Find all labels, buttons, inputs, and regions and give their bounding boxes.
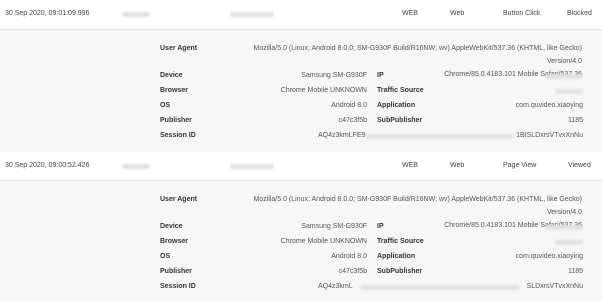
user-agent-line: Mozilla/5.0 (Linux; Android 8.0.0; SM-G9… [253,45,583,65]
redacted-ip [545,225,583,230]
redacted-field [122,12,150,17]
event-timestamp: 30 Sep 2020, 09:01:09.996 [5,10,90,17]
device-label: Device [160,72,183,79]
browser-label: Browser [160,238,189,245]
os-value: Android 8.0 [331,253,367,260]
ip-label: IP [377,223,384,230]
user-agent-label: User Agent [160,45,198,52]
application-value: com.quvideo.xiaoying [515,253,583,260]
user-agent-line: Chrome/85.0.4183.101 Mobile Safari/537.3… [444,71,582,78]
event-platform: Web [450,10,465,17]
session-id-prefix: AQ4z3kmL [318,283,353,290]
traffic-source-label: Traffic Source [377,238,424,245]
session-id-suffix: 1BISLDxrsVTvxXnNu [516,132,583,139]
redacted-traffic-source [555,240,583,245]
device-value: Samsung SM-G930F [301,72,367,79]
publisher-value: c47c3f5b [338,117,367,124]
event-type: Button Click [503,10,541,17]
user-agent-line: Chrome/85.0.4183.101 Mobile Safari/537.3… [444,222,582,229]
application-label: Application [377,253,416,260]
session-id-suffix: SLDxrsVTvxXnNu [526,283,583,290]
event-channel: WEB [402,10,418,17]
event-details: User Agent Mozilla/5.0 (Linux; Android 8… [0,181,602,301]
status-badge: Viewed [568,162,591,169]
device-label: Device [160,223,183,230]
user-agent-label: User Agent [160,196,198,203]
os-label: OS [160,102,171,109]
redacted-field [122,164,150,169]
device-value: Samsung SM-G930F [301,223,367,230]
browser-label: Browser [160,87,189,94]
os-label: OS [160,253,171,260]
os-value: Android 8.0 [331,102,367,109]
redacted-traffic-source [555,89,583,94]
redacted-field [230,12,274,17]
user-agent-value: Mozilla/5.0 (Linux; Android 8.0.0; SM-G9… [240,42,583,81]
redacted-session-id [365,134,513,139]
session-id-label: Session ID [160,283,196,290]
traffic-source-label: Traffic Source [377,87,424,94]
session-id-label: Session ID [160,132,196,139]
session-id-prefix: AQ4z3kmLFE9 [318,132,366,139]
redacted-field [230,164,274,169]
subpublisher-value: 1185 [567,268,583,275]
event-type: Page View [503,162,537,169]
subpublisher-label: SubPublisher [377,268,423,275]
browser-value: Chrome Mobile UNKNOWN [280,87,367,94]
event-row[interactable]: 30 Sep 2020, 09:01:09.996 WEB Web Button… [0,0,602,30]
publisher-label: Publisher [160,268,192,275]
application-value: com.quvideo.xiaoying [515,102,583,109]
event-platform: Web [450,162,465,169]
event-details: User Agent Mozilla/5.0 (Linux; Android 8… [0,30,602,154]
event-channel: WEB [402,162,418,169]
publisher-label: Publisher [160,117,192,124]
user-agent-value: Mozilla/5.0 (Linux; Android 8.0.0; SM-G9… [240,193,583,232]
user-agent-line: Mozilla/5.0 (Linux; Android 8.0.0; SM-G9… [253,196,583,216]
application-label: Application [377,102,416,109]
status-badge: Blocked [567,10,592,17]
event-timestamp: 30 Sep 2020, 09:00:52.426 [5,162,90,169]
ip-label: IP [377,72,384,79]
subpublisher-value: 1185 [567,117,583,124]
publisher-value: c47c3f5b [338,268,367,275]
subpublisher-label: SubPublisher [377,117,423,124]
browser-value: Chrome Mobile UNKNOWN [280,238,367,245]
redacted-ip [545,74,583,79]
event-row[interactable]: 30 Sep 2020, 09:00:52.426 WEB Web Page V… [0,152,602,181]
redacted-session-id [360,285,520,290]
